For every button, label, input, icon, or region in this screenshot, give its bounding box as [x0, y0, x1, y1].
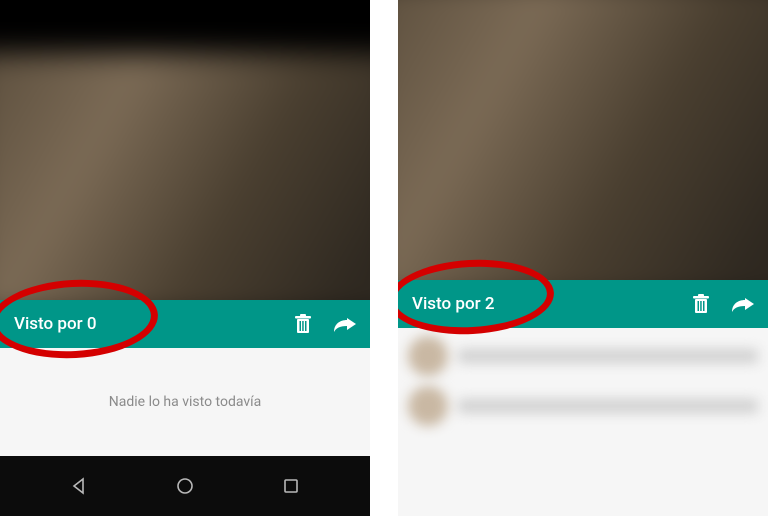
avatar [408, 386, 448, 426]
forward-icon[interactable] [334, 315, 356, 333]
nav-recent-icon[interactable] [281, 476, 301, 496]
bar-actions [692, 294, 754, 314]
viewers-panel-list [398, 328, 768, 516]
status-photo[interactable] [398, 0, 768, 301]
list-item[interactable] [408, 386, 758, 426]
android-navbar [0, 456, 370, 516]
status-photo[interactable] [0, 53, 370, 318]
empty-message: Nadie lo ha visto todavía [109, 394, 261, 410]
viewer-name [458, 399, 758, 413]
viewed-by-bar[interactable]: Visto por 0 [0, 300, 370, 348]
trash-icon[interactable] [692, 294, 710, 314]
phone-right: Visto por 2 [398, 0, 768, 516]
viewed-by-label: Visto por 0 [14, 314, 294, 334]
bar-actions [294, 314, 356, 334]
avatar [408, 336, 448, 376]
nav-back-icon[interactable] [69, 476, 89, 496]
nav-home-icon[interactable] [175, 476, 195, 496]
viewed-by-bar[interactable]: Visto por 2 [398, 280, 768, 328]
forward-icon[interactable] [732, 295, 754, 313]
viewer-name [458, 349, 758, 363]
list-item[interactable] [408, 336, 758, 376]
viewed-by-label: Visto por 2 [412, 294, 692, 314]
phone-left: Visto por 0 Nadie lo ha visto todavía [0, 0, 370, 516]
trash-icon[interactable] [294, 314, 312, 334]
viewers-panel-empty: Nadie lo ha visto todavía [0, 348, 370, 456]
